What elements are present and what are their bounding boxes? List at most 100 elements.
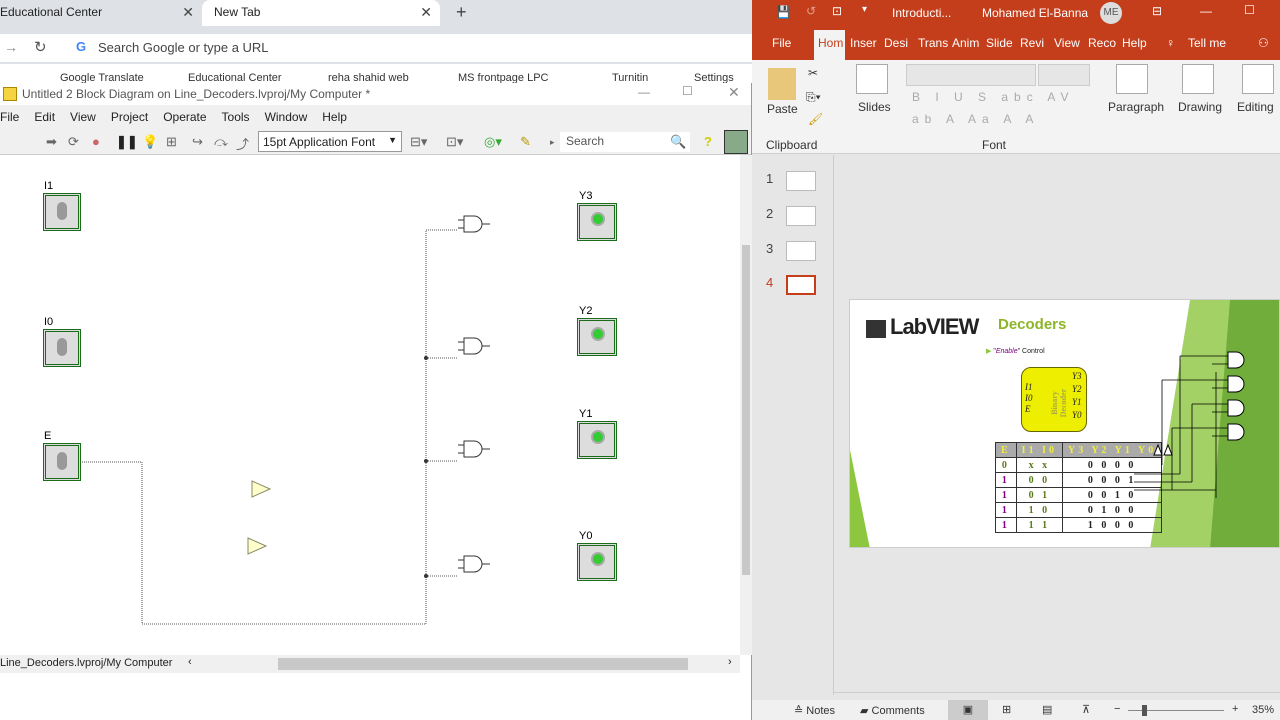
close-icon[interactable]: ✕ xyxy=(182,4,194,21)
retain-wire-values-icon[interactable]: ⊞ xyxy=(166,134,177,150)
tab-new-tab[interactable]: New Tab ✕ xyxy=(202,0,440,26)
tab-slideshow[interactable]: Slide xyxy=(986,36,1013,50)
step-out-icon[interactable]: ⤴ xyxy=(236,134,249,153)
align-icon[interactable]: ⊟▾ xyxy=(410,134,427,150)
slide-thumbnail[interactable] xyxy=(786,171,816,191)
font-name-select[interactable] xyxy=(906,64,1036,86)
slide-sorter-icon[interactable]: ⊞ xyxy=(1002,703,1011,716)
step-over-icon[interactable]: ⤼ xyxy=(214,134,228,150)
maximize-icon[interactable]: ☐ xyxy=(1244,3,1255,17)
font-size-select[interactable] xyxy=(1038,64,1090,86)
horizontal-scroll-thumb[interactable] xyxy=(278,658,688,670)
close-icon[interactable]: ✕ xyxy=(728,84,740,101)
led-indicator-y1[interactable] xyxy=(577,421,617,459)
menu-operate[interactable]: Operate xyxy=(157,110,215,129)
run-icon[interactable]: ➡ xyxy=(46,134,57,150)
comments-button[interactable]: ▰ Comments xyxy=(860,704,925,717)
block-diagram[interactable]: I1 I0 E Y3 Y2 Y1 Y0 xyxy=(0,155,740,643)
and-gate[interactable] xyxy=(463,440,483,458)
slideshow-icon[interactable]: ⊼ xyxy=(1082,703,1090,716)
reorder-icon[interactable]: ◎▾ xyxy=(484,134,502,150)
slideshow-icon[interactable]: ⊡ xyxy=(832,4,842,18)
tell-me-input[interactable]: Tell me xyxy=(1188,36,1226,50)
run-continuously-icon[interactable]: ⟳ xyxy=(68,134,79,150)
address-input[interactable]: Search Google or type a URL xyxy=(98,40,269,55)
customize-icon[interactable]: ▾ xyxy=(862,4,867,15)
tab-educational-center[interactable]: Educational Center ✕ xyxy=(0,0,202,26)
scroll-thumb[interactable] xyxy=(742,245,750,575)
zoom-in-icon[interactable]: + xyxy=(1232,703,1238,715)
led-indicator-y3[interactable] xyxy=(577,203,617,241)
format-painter-icon[interactable]: 🖌 xyxy=(808,112,823,126)
minimize-icon[interactable]: — xyxy=(1200,4,1212,18)
drawing-icon[interactable] xyxy=(1182,64,1214,94)
undo-icon[interactable]: ↺ xyxy=(806,4,816,18)
font-select[interactable]: 15pt Application Font ▼ xyxy=(258,131,402,152)
abort-icon[interactable]: ● xyxy=(92,134,100,149)
search-icon[interactable]: 🔍 xyxy=(670,134,686,150)
reading-view-icon[interactable]: ▤ xyxy=(1042,703,1052,716)
slide-thumbnail[interactable] xyxy=(786,206,816,226)
slide-thumbnail[interactable] xyxy=(786,241,816,261)
tab-insert[interactable]: Inser xyxy=(850,36,877,50)
cut-icon[interactable]: ✂ xyxy=(808,66,818,80)
distribute-icon[interactable]: ⊡▾ xyxy=(446,134,463,150)
menu-edit[interactable]: Edit xyxy=(28,110,64,129)
tab-help[interactable]: Help xyxy=(1122,36,1147,50)
pause-icon[interactable]: ❚❚ xyxy=(116,134,138,150)
zoom-out-icon[interactable]: − xyxy=(1114,703,1120,715)
zoom-slider[interactable] xyxy=(1128,705,1224,716)
tab-animations[interactable]: Anim xyxy=(952,36,979,50)
tab-home[interactable]: Hom xyxy=(814,30,846,60)
slide-thumbnail-active[interactable] xyxy=(786,275,816,295)
paragraph-icon[interactable] xyxy=(1116,64,1148,94)
editing-button[interactable]: Editing xyxy=(1237,100,1274,114)
minimize-icon[interactable]: — xyxy=(638,85,650,99)
slide-canvas[interactable]: LabVIEW Decoders ▶ "Enable" Control I1 I0… xyxy=(849,299,1280,548)
wire-branches[interactable] xyxy=(426,357,458,577)
clean-up-icon[interactable]: ✎ xyxy=(520,134,531,150)
vertical-scrollbar[interactable] xyxy=(740,155,752,655)
new-tab-icon[interactable]: + xyxy=(456,2,467,23)
expand-icon[interactable]: ▸ xyxy=(550,137,555,148)
not-gate[interactable] xyxy=(251,480,272,498)
menu-file[interactable]: File xyxy=(0,110,28,129)
scroll-left-icon[interactable]: ‹ xyxy=(188,656,192,668)
menu-view[interactable]: View xyxy=(64,110,105,129)
notes-button[interactable]: ≙ Notes xyxy=(794,704,835,717)
slides-button[interactable]: Slides xyxy=(858,100,891,114)
boolean-control-i1[interactable] xyxy=(43,193,81,231)
help-icon[interactable]: ? xyxy=(704,134,712,149)
menu-help[interactable]: Help xyxy=(316,110,356,129)
save-icon[interactable]: 💾 xyxy=(776,5,791,19)
wire-enable[interactable] xyxy=(82,229,458,625)
led-indicator-y0[interactable] xyxy=(577,543,617,581)
scroll-right-icon[interactable]: › xyxy=(728,656,732,668)
editing-icon[interactable] xyxy=(1242,64,1274,94)
avatar[interactable]: ME xyxy=(1100,2,1122,24)
paste-icon[interactable] xyxy=(768,68,796,100)
ribbon-display-icon[interactable]: ⊟ xyxy=(1152,4,1162,18)
copy-icon[interactable]: ⎘▾ xyxy=(806,90,821,105)
led-indicator-y2[interactable] xyxy=(577,318,617,356)
maximize-icon[interactable]: ☐ xyxy=(682,84,693,98)
menu-window[interactable]: Window xyxy=(259,110,317,129)
drawing-button[interactable]: Drawing xyxy=(1178,100,1222,114)
boolean-control-e[interactable] xyxy=(43,443,81,481)
and-gate[interactable] xyxy=(463,337,483,355)
reload-icon[interactable]: ↻ xyxy=(34,38,47,56)
tab-design[interactable]: Desi xyxy=(884,36,908,50)
zoom-slider-thumb[interactable] xyxy=(1142,705,1147,716)
font-color-icons[interactable]: ab A Aa A A xyxy=(912,112,1039,126)
tab-transitions[interactable]: Trans xyxy=(918,36,948,50)
tab-review[interactable]: Revi xyxy=(1020,36,1044,50)
vi-icon[interactable] xyxy=(724,130,748,154)
boolean-control-i0[interactable] xyxy=(43,329,81,367)
new-slide-icon[interactable] xyxy=(856,64,888,94)
paragraph-button[interactable]: Paragraph xyxy=(1108,100,1164,114)
not-gate[interactable] xyxy=(247,537,268,555)
tab-file[interactable]: File xyxy=(772,36,791,50)
highlight-execution-icon[interactable]: 💡 xyxy=(142,134,158,150)
font-format-icons[interactable]: B I U S abc AV xyxy=(912,90,1074,104)
step-into-icon[interactable]: ↪ xyxy=(192,134,203,150)
